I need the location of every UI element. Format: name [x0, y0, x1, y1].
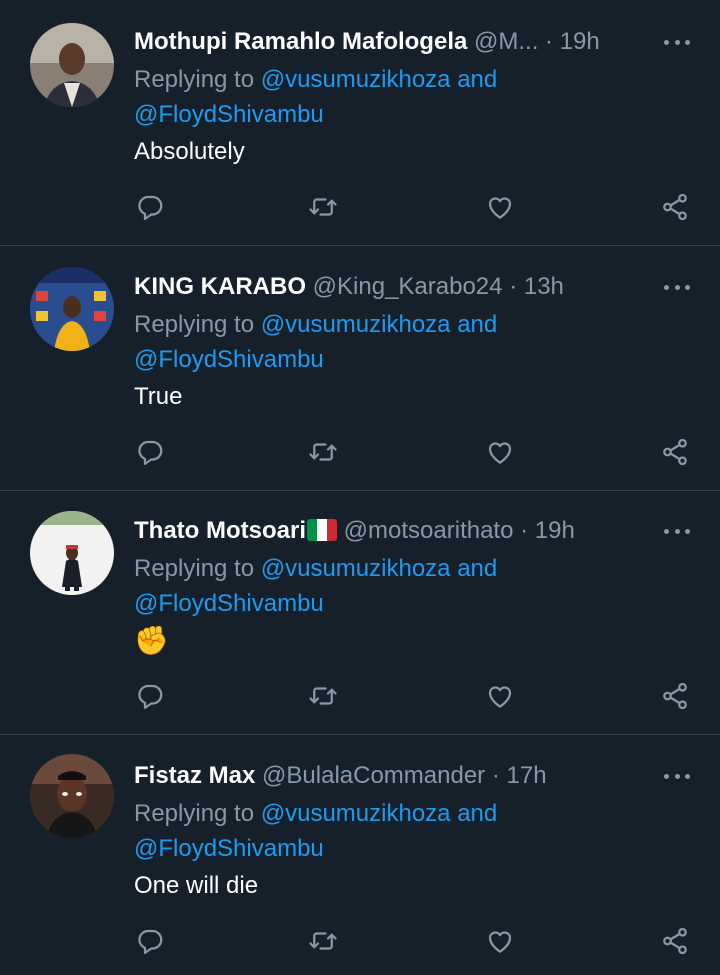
- tweet-card[interactable]: Fistaz Max @BulalaCommander · 17h Replyi…: [0, 734, 720, 975]
- action-bar: [0, 924, 720, 958]
- reply-button[interactable]: [133, 435, 167, 469]
- share-icon: [663, 927, 687, 955]
- mention-link-floydshivambu[interactable]: @FloydShivambu: [134, 101, 324, 128]
- retweet-button[interactable]: [306, 435, 340, 469]
- like-button[interactable]: [483, 190, 517, 224]
- share-button[interactable]: [658, 190, 692, 224]
- display-name[interactable]: Fistaz Max: [134, 762, 255, 789]
- tweet-card[interactable]: KING KARABO @King_Karabo24 · 13h Replyin…: [0, 245, 720, 490]
- mention-link-vusumuzikhoza[interactable]: @vusumuzikhoza: [261, 311, 451, 338]
- tweet-card[interactable]: Mothupi Ramahlo Mafologela @M... · 19h R…: [0, 0, 720, 245]
- timestamp[interactable]: 17h: [507, 762, 547, 789]
- reply-icon: [138, 440, 163, 465]
- avatar[interactable]: [30, 511, 114, 595]
- more-icon[interactable]: [664, 772, 690, 780]
- share-button[interactable]: [658, 924, 692, 958]
- action-bar: [0, 190, 720, 224]
- tweet-header: Thato Motsoari @motsoarithato · 19h: [134, 516, 575, 546]
- mention-and[interactable]: and: [457, 800, 497, 827]
- user-handle[interactable]: @King_Karabo24: [313, 273, 503, 300]
- retweet-icon: [309, 687, 337, 705]
- italy-flag-icon: [307, 519, 337, 541]
- timestamp[interactable]: 19h: [535, 517, 575, 544]
- replying-to: Replying to @vusumuzikhoza and @FloydShi…: [134, 307, 694, 377]
- tweet-header: Fistaz Max @BulalaCommander · 17h: [134, 761, 547, 791]
- replying-to: Replying to @vusumuzikhoza and @FloydShi…: [134, 551, 694, 621]
- mention-link-floydshivambu[interactable]: @FloydShivambu: [134, 346, 324, 373]
- replying-label: Replying to: [134, 555, 255, 582]
- retweet-icon: [309, 443, 337, 461]
- action-bar: [0, 679, 720, 713]
- user-handle[interactable]: @M...: [474, 28, 538, 55]
- tweet-text: One will die: [134, 872, 259, 899]
- share-icon: [663, 682, 687, 710]
- share-icon: [663, 193, 687, 221]
- display-name[interactable]: KING KARABO: [134, 273, 306, 300]
- mention-link-vusumuzikhoza[interactable]: @vusumuzikhoza: [261, 555, 451, 582]
- replying-to: Replying to @vusumuzikhoza and @FloydShi…: [134, 796, 694, 866]
- user-handle[interactable]: @BulalaCommander: [262, 762, 485, 789]
- action-bar: [0, 435, 720, 469]
- mention-and[interactable]: and: [457, 311, 497, 338]
- timestamp[interactable]: 13h: [524, 273, 564, 300]
- like-button[interactable]: [483, 679, 517, 713]
- like-icon: [488, 931, 512, 953]
- replying-label: Replying to: [134, 311, 255, 338]
- tweet-card[interactable]: Thato Motsoari @motsoarithato · 19h Repl…: [0, 489, 720, 734]
- retweet-button[interactable]: [306, 924, 340, 958]
- reply-button[interactable]: [133, 924, 167, 958]
- timestamp[interactable]: 19h: [560, 28, 600, 55]
- reply-button[interactable]: [133, 190, 167, 224]
- mention-and[interactable]: and: [457, 555, 497, 582]
- mention-link-floydshivambu[interactable]: @FloydShivambu: [134, 835, 324, 862]
- retweet-button[interactable]: [306, 679, 340, 713]
- tweet-text: True: [134, 383, 183, 410]
- share-icon: [663, 438, 687, 466]
- replying-to: Replying to @vusumuzikhoza and @FloydShi…: [134, 62, 694, 132]
- reply-icon: [138, 929, 163, 954]
- more-icon[interactable]: [664, 527, 690, 535]
- display-name[interactable]: Thato Motsoari: [134, 517, 306, 544]
- more-icon[interactable]: [664, 38, 690, 46]
- like-icon: [488, 686, 512, 708]
- tweet-text: ✊: [134, 625, 169, 656]
- mention-link-floydshivambu[interactable]: @FloydShivambu: [134, 590, 324, 617]
- mention-link-vusumuzikhoza[interactable]: @vusumuzikhoza: [261, 66, 451, 93]
- avatar[interactable]: [30, 754, 114, 838]
- replying-label: Replying to: [134, 800, 255, 827]
- retweet-button[interactable]: [306, 190, 340, 224]
- avatar[interactable]: [30, 267, 114, 351]
- reply-icon: [138, 684, 163, 709]
- tweet-header: Mothupi Ramahlo Mafologela @M... · 19h: [134, 27, 600, 57]
- separator-dot: ·: [545, 28, 554, 55]
- replying-label: Replying to: [134, 66, 255, 93]
- share-button[interactable]: [658, 679, 692, 713]
- retweet-icon: [309, 932, 337, 950]
- mention-link-vusumuzikhoza[interactable]: @vusumuzikhoza: [261, 800, 451, 827]
- tweet-header: KING KARABO @King_Karabo24 · 13h: [134, 272, 564, 302]
- reply-icon: [138, 195, 163, 220]
- like-icon: [488, 197, 512, 219]
- separator-dot: ·: [491, 762, 500, 789]
- separator-dot: ·: [509, 273, 518, 300]
- more-icon[interactable]: [664, 283, 690, 291]
- like-button[interactable]: [483, 924, 517, 958]
- like-icon: [488, 442, 512, 464]
- reply-button[interactable]: [133, 679, 167, 713]
- like-button[interactable]: [483, 435, 517, 469]
- user-handle[interactable]: @motsoarithato: [344, 517, 514, 544]
- separator-dot: ·: [520, 517, 529, 544]
- share-button[interactable]: [658, 435, 692, 469]
- retweet-icon: [309, 198, 337, 216]
- tweet-text: Absolutely: [134, 138, 245, 165]
- avatar[interactable]: [30, 23, 114, 107]
- display-name[interactable]: Mothupi Ramahlo Mafologela: [134, 28, 467, 55]
- mention-and[interactable]: and: [457, 66, 497, 93]
